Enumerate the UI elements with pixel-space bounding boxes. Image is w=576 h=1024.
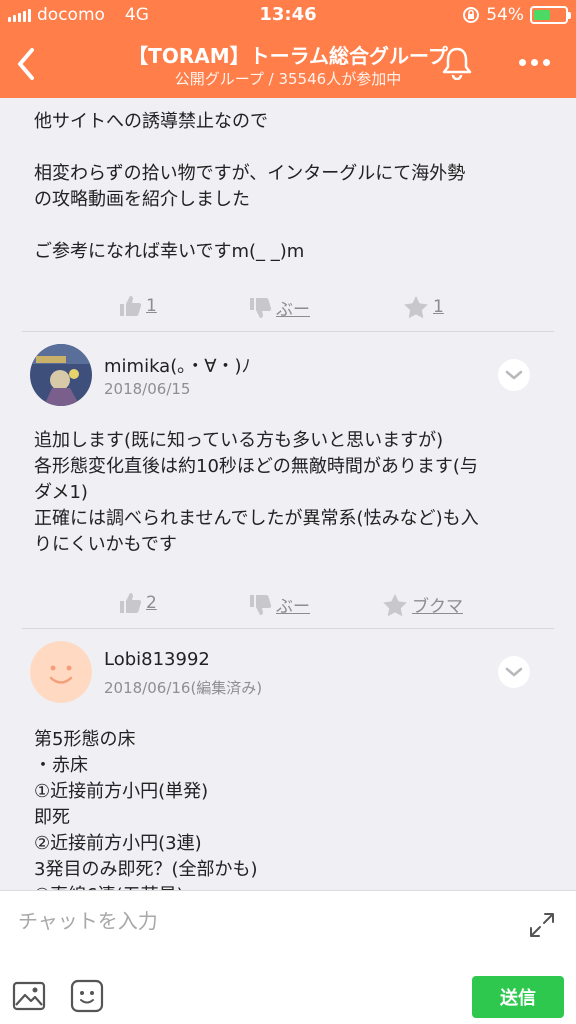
status-bar: docomo 4G 13:46 54% [0,0,576,30]
send-button[interactable]: 送信 [472,976,564,1018]
bookmark-button[interactable]: ブクマ [382,592,463,617]
chat-input[interactable] [18,905,498,937]
sticker-button[interactable] [70,979,104,1013]
dislike-button[interactable]: ぶー [248,592,310,617]
post-menu-button[interactable] [498,656,530,688]
expand-icon [530,913,554,937]
post-body: 第5形態の床 ・赤床 ①近接前方小円(単発) 即死 ②近接前方小円(3連) 3発… [34,729,258,890]
post-actions: 2 ぶー ブクマ [0,584,576,628]
avatar-image [30,344,92,406]
avatar[interactable] [30,344,92,406]
image-button[interactable] [12,979,46,1013]
battery-icon [530,6,571,24]
avatar[interactable] [30,641,92,703]
group-subtitle: 公開グループ / 35546人が参加中 [174,70,402,88]
expand-input-button[interactable] [528,911,556,939]
post-3: Lobi813992 2018/06/16(編集済み) 第5形態の床 ・赤床 ①… [0,629,576,890]
chevron-down-icon [505,667,523,677]
dislike-label: ぶー [276,300,310,320]
dislike-button[interactable]: ぶー [248,295,310,320]
orientation-lock-icon [463,7,480,23]
bookmark-count: 1 [433,297,444,317]
thumbs-up-icon [120,296,142,316]
post-menu-button[interactable] [498,359,530,391]
thumbs-up-icon [120,593,142,613]
like-count: 2 [146,593,157,613]
star-icon [383,593,407,616]
message-thread[interactable]: 他サイトへの誘導禁止なので 相変わらずの拾い物ですが、インターグルにて海外勢 の… [0,98,576,890]
sticker-icon [70,979,104,1013]
group-title: 【TORAM】トーラム総合グループ [128,44,448,68]
bookmark-label: ブクマ [412,597,463,617]
more-icon [518,58,526,66]
image-icon [12,981,46,1011]
like-button[interactable]: 1 [118,295,157,317]
post-1: 他サイトへの誘導禁止なので 相変わらずの拾い物ですが、インターグルにて海外勢 の… [0,98,576,332]
post-actions: 1 ぶー 1 [0,287,576,331]
post-username[interactable]: mimika(｡・∀・)ﾉ [104,352,251,378]
post-header: mimika(｡・∀・)ﾉ 2018/06/15 [0,332,576,418]
post-body: 他サイトへの誘導禁止なので 相変わらずの拾い物ですが、インターグルにて海外勢 の… [34,111,466,262]
thumbs-down-icon [250,594,272,615]
like-count: 1 [146,296,157,316]
star-icon [404,296,428,319]
back-arrow-icon [18,48,34,80]
default-avatar-icon [30,641,92,703]
app-header: docomo 4G 13:46 54% 【TORAM】トーラム総合グループ 公開… [0,0,576,98]
chat-input-bar: 送信 [0,890,576,1024]
chevron-down-icon [505,370,523,380]
thumbs-down-icon [250,297,272,318]
like-button[interactable]: 2 [118,592,157,614]
notification-button[interactable] [440,44,474,81]
more-menu-button[interactable] [514,52,554,72]
post-header: Lobi813992 2018/06/16(編集済み) [0,629,576,715]
bookmark-button[interactable]: 1 [403,295,444,319]
post-2: mimika(｡・∀・)ﾉ 2018/06/15 追加します(既に知っている方も… [0,332,576,629]
post-date: 2018/06/15 [104,380,191,398]
bell-icon [442,47,472,81]
post-body: 追加します(既に知っている方も多いと思いますが) 各形態変化直後は約10秒ほどの… [34,430,479,555]
dislike-label: ぶー [276,597,310,617]
post-date: 2018/06/16(編集済み) [104,679,263,697]
back-button[interactable] [12,44,42,84]
post-username[interactable]: Lobi813992 [104,649,210,670]
battery-percent: 54% [486,5,524,25]
